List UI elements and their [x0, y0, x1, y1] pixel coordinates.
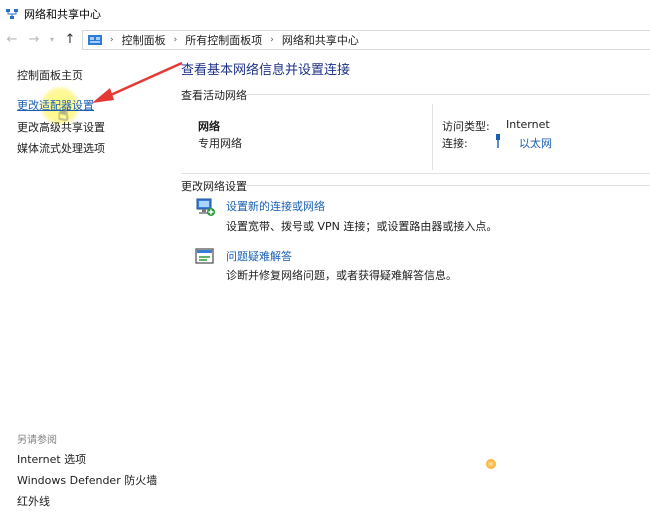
active-network-heading: 查看活动网络 [181, 89, 247, 102]
page-title: 查看基本网络信息并设置连接 [181, 63, 351, 78]
see-also-heading: 另请参阅 [17, 435, 57, 446]
network-center-icon [6, 8, 18, 19]
new-connection-icon [196, 198, 215, 216]
left-pane: 控制面板主页 更改适配器设置 更改高级共享设置 媒体流式处理选项 ☝ 另请参阅 … [0, 52, 170, 520]
divider [432, 104, 433, 170]
divider [181, 173, 650, 174]
chevron-right-icon[interactable]: › [174, 35, 178, 45]
change-adapter-settings-link[interactable]: 更改适配器设置 [17, 97, 94, 113]
back-arrow-icon[interactable]: ← [4, 32, 20, 48]
network-type: 专用网络 [198, 137, 242, 150]
defender-firewall-link[interactable]: Windows Defender 防火墙 [17, 472, 157, 488]
divider [247, 185, 650, 186]
divider [247, 94, 650, 95]
setup-new-connection-link[interactable]: 设置新的连接或网络 [226, 198, 325, 214]
chevron-right-icon[interactable]: › [270, 35, 274, 45]
control-panel-icon [88, 34, 102, 45]
address-field[interactable]: › 控制面板 › 所有控制面板项 › 网络和共享中心 [82, 30, 650, 50]
title-bar: 网络和共享中心 [0, 0, 650, 28]
access-type-value: Internet [506, 118, 550, 131]
address-bar: ← → ▾ ↑ › 控制面板 › 所有控制面板项 › 网络和共享中心 [0, 28, 650, 52]
setup-new-connection-desc: 设置宽带、拨号或 VPN 连接；或设置路由器或接入点。 [226, 220, 498, 233]
media-streaming-link[interactable]: 媒体流式处理选项 [17, 140, 105, 156]
change-settings-heading: 更改网络设置 [181, 180, 247, 193]
network-name: 网络 [198, 120, 220, 133]
recent-dropdown-icon[interactable]: ▾ [44, 32, 60, 48]
up-arrow-icon[interactable]: ↑ [62, 32, 78, 48]
troubleshoot-desc: 诊断并修复网络问题，或者获得疑难解答信息。 [226, 269, 457, 282]
troubleshoot-icon [195, 248, 214, 264]
main-content: 查看基本网络信息并设置连接 查看活动网络 网络 专用网络 访问类型: Inter… [170, 52, 650, 520]
breadcrumb-network-center[interactable]: 网络和共享中心 [282, 32, 359, 48]
ethernet-connection-link[interactable]: 以太网 [519, 135, 552, 151]
control-panel-home-link[interactable]: 控制面板主页 [17, 67, 83, 83]
forward-arrow-icon[interactable]: → [26, 32, 42, 48]
watermark-logo-icon [486, 459, 496, 469]
troubleshoot-link[interactable]: 问题疑难解答 [226, 248, 292, 264]
internet-options-link[interactable]: Internet 选项 [17, 451, 86, 467]
window-title: 网络和共享中心 [24, 8, 101, 21]
infrared-link[interactable]: 红外线 [17, 493, 50, 509]
connection-label: 连接: [442, 137, 468, 150]
access-type-label: 访问类型: [442, 120, 490, 133]
breadcrumb-control-panel[interactable]: 控制面板 [122, 32, 166, 48]
chevron-right-icon[interactable]: › [110, 35, 114, 45]
ethernet-icon [496, 134, 500, 148]
breadcrumb-all-items[interactable]: 所有控制面板项 [185, 32, 262, 48]
hand-cursor-icon: ☝ [58, 104, 69, 125]
